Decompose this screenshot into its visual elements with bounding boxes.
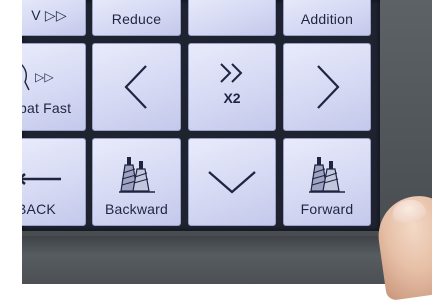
fast-partial-button[interactable]: ▷▷ pat Fast	[22, 43, 86, 131]
back-partial-button[interactable]: BACK	[22, 138, 86, 226]
blank-top-button[interactable]	[188, 0, 276, 36]
backward-label: Backward	[104, 201, 169, 217]
device-lower-bezel	[22, 236, 432, 284]
chevron-left-icon	[123, 65, 147, 109]
right-button[interactable]	[283, 43, 371, 131]
left-button[interactable]	[92, 43, 181, 131]
speed-label: X2	[223, 90, 241, 106]
reduce-label: Reduce	[111, 11, 162, 27]
addition-button[interactable]: Addition	[283, 0, 371, 36]
top-left-partial-label: V ▷▷	[31, 6, 67, 23]
addition-label: Addition	[300, 11, 354, 27]
down-button[interactable]	[188, 138, 276, 226]
fast-partial-label: pat Fast	[22, 100, 72, 116]
chevron-right-icon	[317, 65, 340, 109]
thread-spool-icon	[118, 157, 155, 193]
back-partial-label: BACK	[22, 201, 56, 217]
backward-button[interactable]: Backward	[92, 138, 181, 226]
touch-screen: V ▷▷ Reduce Addition ▷▷ pat Fast X2 ACK …	[22, 0, 380, 231]
double-chevron-right-icon	[220, 63, 243, 83]
top-left-partial-button[interactable]: V ▷▷	[22, 0, 86, 36]
reduce-button[interactable]: Reduce	[92, 0, 181, 36]
fast-partial-arrows: ▷▷	[35, 70, 54, 84]
partial-icon	[22, 64, 30, 91]
thread-spool-icon	[309, 157, 345, 193]
chevron-down-icon	[208, 171, 256, 194]
arrow-left-icon	[22, 173, 61, 185]
forward-button[interactable]: Forward	[283, 138, 371, 226]
forward-label: Forward	[300, 201, 354, 217]
speed-button[interactable]: X2	[188, 43, 276, 131]
